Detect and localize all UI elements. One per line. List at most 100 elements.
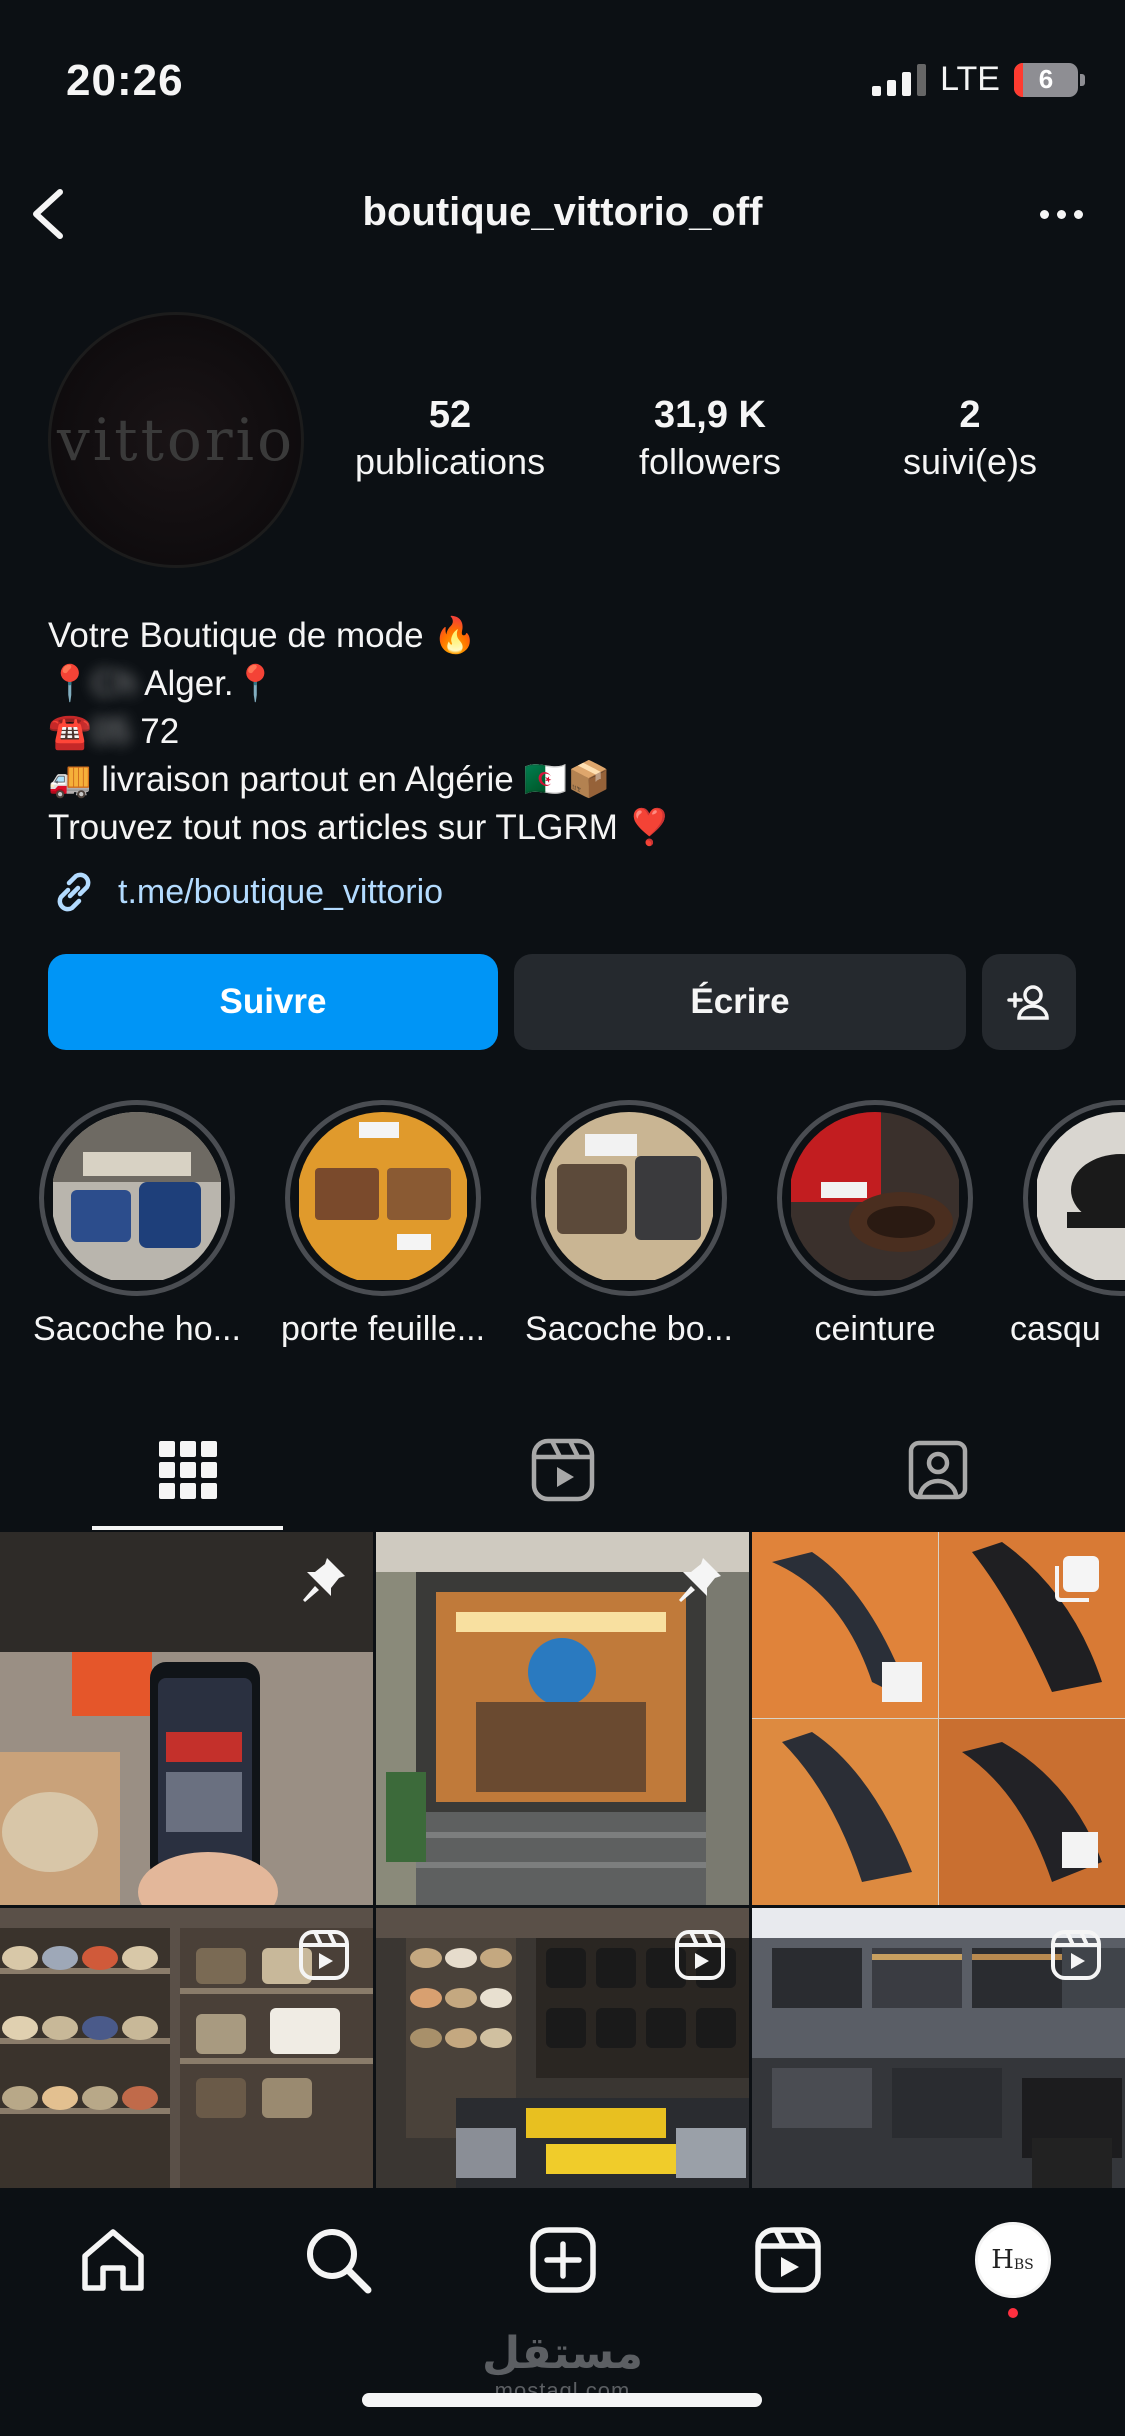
tab-tagged[interactable] [750, 1410, 1125, 1530]
profile-stats: 52 publications 31,9 K followers 2 suivi… [320, 394, 1100, 483]
highlight-thumbnail [1035, 1112, 1125, 1284]
profile-avatar-small: H BS [974, 2222, 1051, 2298]
post-thumbnail[interactable] [376, 1908, 749, 2188]
highlight-thumbnail [543, 1112, 715, 1284]
pin-icon [679, 1558, 721, 1602]
nav-home[interactable] [63, 2210, 163, 2310]
avatar-sub: BS [1013, 2257, 1034, 2273]
stat-following[interactable]: 2 suivi(e)s [840, 394, 1100, 483]
bio-text: 72 [140, 712, 180, 751]
pin-emoji: 📍 [48, 664, 92, 703]
highlight-item[interactable]: casqu [998, 1100, 1125, 1349]
highlight-label: porte feuille... [280, 1310, 486, 1348]
tab-grid[interactable] [0, 1410, 375, 1530]
phone-emoji: ☎️ [48, 712, 92, 751]
reels-icon [754, 2227, 821, 2293]
watermark-arabic: مستقل [482, 2329, 643, 2378]
tab-reels[interactable] [375, 1410, 750, 1530]
post-thumbnail[interactable] [0, 1532, 373, 1905]
stat-value: 52 [428, 394, 472, 436]
highlight-ring [39, 1100, 235, 1296]
reel-icon [299, 1930, 349, 1980]
highlight-label: Sacoche ho... [33, 1310, 241, 1348]
reel-icon [675, 1930, 725, 1980]
signal-icon [872, 63, 927, 96]
post-thumbnail[interactable] [752, 1908, 1125, 2188]
reel-icon [1051, 1930, 1101, 1980]
pin-icon [303, 1558, 345, 1602]
posts-grid [0, 1532, 1125, 2281]
highlight-item[interactable]: Sacoche ho... [14, 1100, 260, 1349]
carousel-icon [1055, 1556, 1099, 1602]
grid-icon [158, 1441, 217, 1499]
more-dot [1039, 209, 1049, 219]
highlight-thumbnail [51, 1112, 223, 1284]
stat-label: followers [638, 441, 782, 482]
profile-header: boutique_vittorio_off [0, 170, 1125, 260]
more-dot [1056, 209, 1066, 219]
post-thumbnail[interactable] [376, 1532, 749, 1905]
notification-dot [1007, 2308, 1018, 2318]
highlight-ring [531, 1100, 727, 1296]
bio-line-phone: ☎️05 72 [48, 708, 1088, 756]
stat-value: 2 [959, 394, 981, 436]
reels-icon [531, 1438, 594, 1502]
home-icon [81, 2229, 144, 2291]
profile-link[interactable]: t.me/boutique_vittorio [48, 866, 443, 918]
stat-posts[interactable]: 52 publications [320, 394, 580, 483]
bio-line: 🚚 livraison partout en Algérie 🇩🇿📦 [48, 760, 611, 799]
highlight-ring [285, 1100, 481, 1296]
link-icon [57, 872, 91, 912]
highlight-item[interactable]: ceinture [752, 1100, 998, 1349]
highlight-thumbnail [789, 1112, 961, 1284]
add-person-icon [1007, 985, 1049, 1020]
link-text: t.me/boutique_vittorio [118, 872, 444, 911]
highlight-label: Sacoche bo... [525, 1310, 733, 1348]
stat-value: 31,9 K [654, 394, 766, 436]
battery-icon: 6 [1014, 62, 1078, 97]
nav-create[interactable] [513, 2210, 613, 2310]
stat-label: publications [354, 441, 546, 482]
avatar-letter: H [991, 2245, 1014, 2275]
highlight-label: casqu [1010, 1310, 1101, 1348]
highlight-label: ceinture [814, 1310, 936, 1348]
story-highlights: Sacoche ho... porte feuille... Sacoche b… [0, 1100, 1125, 1350]
nav-search[interactable] [288, 2210, 388, 2310]
create-icon [529, 2227, 596, 2293]
more-dot [1073, 209, 1083, 219]
highlight-ring [777, 1100, 973, 1296]
stat-label: suivi(e)s [902, 441, 1037, 482]
follow-button[interactable]: Suivre [48, 954, 498, 1050]
bio-line: Trouvez tout nos articles sur TLGRM ❣️ [48, 808, 672, 847]
status-right: LTE 6 [872, 60, 1085, 99]
more-options-button[interactable] [1031, 184, 1091, 244]
add-user-button[interactable] [982, 954, 1076, 1050]
redacted-text: Ch [91, 664, 137, 703]
redacted-text: 05 [91, 712, 131, 751]
post-thumbnail[interactable] [752, 1532, 1125, 1905]
stat-followers[interactable]: 31,9 K followers [580, 394, 840, 483]
profile-tabs [0, 1410, 1125, 1530]
search-icon [306, 2229, 371, 2294]
status-bar: 20:26 LTE 6 [0, 0, 1125, 160]
bio-text: Alger.📍 [144, 664, 278, 703]
battery-tip [1080, 73, 1085, 86]
nav-reels[interactable] [738, 2210, 838, 2310]
bottom-nav: H BS [0, 2190, 1125, 2330]
page-title: boutique_vittorio_off [362, 190, 763, 234]
post-thumbnail[interactable] [0, 1908, 373, 2188]
highlight-item[interactable]: Sacoche bo... [506, 1100, 752, 1349]
highlight-ring [1023, 1100, 1125, 1296]
battery-level: 6 [1038, 64, 1054, 94]
highlight-item[interactable]: porte feuille... [260, 1100, 506, 1349]
bio-line: Votre Boutique de mode 🔥 [48, 616, 477, 655]
status-time: 20:26 [66, 56, 184, 105]
nav-profile[interactable]: H BS [963, 2210, 1063, 2318]
profile-bio: Votre Boutique de mode 🔥 📍Ch Alger.📍 ☎️0… [48, 612, 1088, 852]
home-indicator[interactable] [362, 2393, 762, 2407]
tagged-user-icon [908, 1440, 967, 1500]
profile-avatar[interactable]: vittorio [48, 312, 304, 568]
network-label: LTE [940, 60, 1000, 98]
message-button[interactable]: Écrire [514, 954, 966, 1050]
highlight-thumbnail [297, 1112, 469, 1284]
